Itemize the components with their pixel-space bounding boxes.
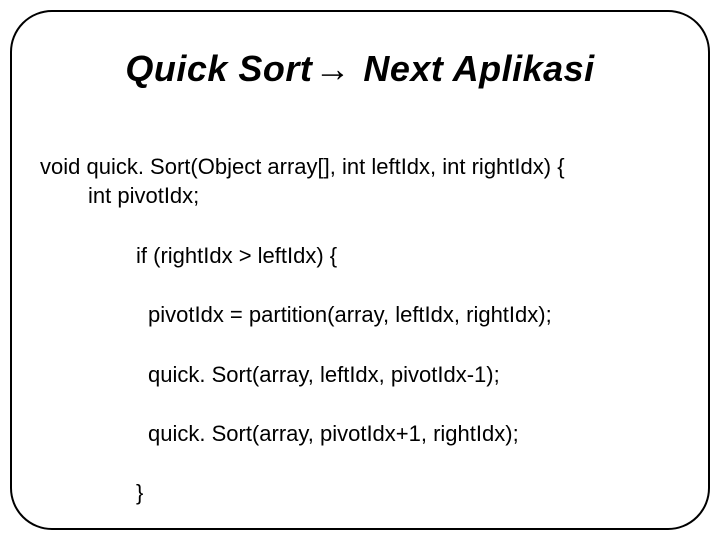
title-right: Next Aplikasi — [353, 48, 595, 89]
code-line: quick. Sort(array, leftIdx, pivotIdx-1); — [40, 360, 680, 390]
code-line: } — [40, 478, 680, 508]
slide-title: Quick Sort→ Next Aplikasi — [40, 48, 680, 90]
code-block: void quick. Sort(Object array[], int lef… — [40, 122, 680, 530]
code-line: quick. Sort(array, pivotIdx+1, rightIdx)… — [40, 419, 680, 449]
code-line: void quick. Sort(Object array[], int lef… — [40, 154, 565, 179]
title-left: Quick Sort — [125, 48, 312, 89]
arrow-right-icon: → — [314, 48, 351, 90]
code-line: if (rightIdx > leftIdx) { — [40, 241, 680, 271]
code-line: int pivotIdx; — [40, 181, 680, 211]
slide-frame: Quick Sort→ Next Aplikasi void quick. So… — [10, 10, 710, 530]
code-line: pivotIdx = partition(array, leftIdx, rig… — [40, 300, 680, 330]
